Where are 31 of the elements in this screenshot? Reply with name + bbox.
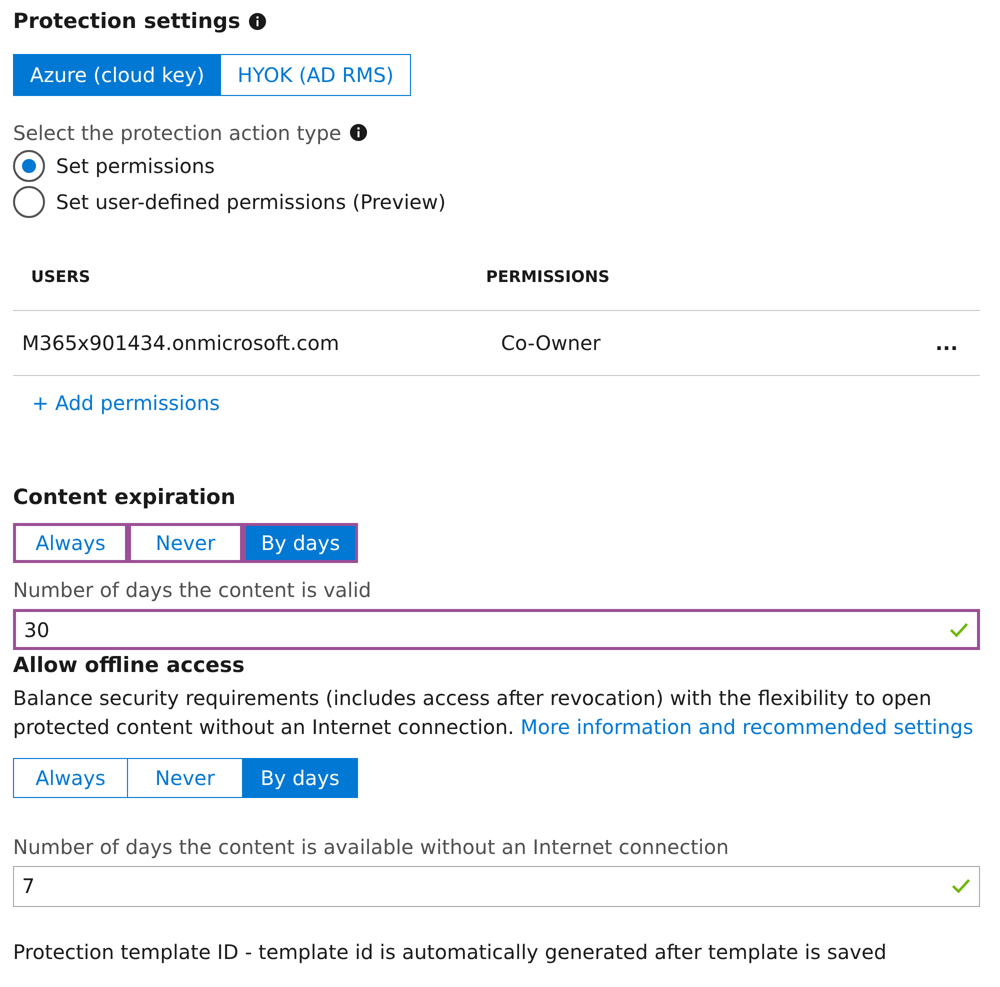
segment-tab[interactable]: Always — [13, 523, 128, 563]
table-cell-text: Co-Owner — [501, 330, 602, 356]
radio-label[interactable]: Set permissions — [56, 150, 215, 180]
info-icon[interactable] — [248, 12, 268, 32]
segment-tab[interactable]: Never — [128, 758, 243, 798]
description-text: Balance security requirements (includes access after revocation) with the flexibility to open protected content without an Internet connection. More information and recommended settings — [13, 684, 974, 740]
section-heading: Allow offline access — [13, 652, 246, 679]
info-icon[interactable] — [349, 123, 368, 142]
column-header: PERMISSIONS — [486, 266, 610, 288]
table-cell-text: M365x901434.onmicrosoft.com — [22, 330, 340, 356]
segment-tab[interactable]: Always — [13, 758, 128, 798]
more-menu[interactable]: ... — [935, 328, 958, 358]
field-label: Number of days the content is available without an Internet connection — [13, 834, 730, 860]
segment-tab[interactable]: Azure (cloud key) — [13, 54, 222, 96]
footer-text: Protection template ID - template id is automatically generated after template is saved — [13, 938, 888, 966]
segment-tab[interactable]: Never — [128, 523, 243, 563]
radio-button[interactable] — [13, 150, 45, 182]
info-link[interactable]: More information and recommended settings — [520, 714, 974, 738]
segment-tab[interactable]: By days — [243, 758, 358, 798]
number-field[interactable]: 30 — [13, 609, 980, 650]
radio-button[interactable] — [13, 186, 45, 218]
section-heading: Content expiration — [13, 484, 237, 510]
segment-tab[interactable]: HYOK (AD RMS) — [221, 54, 411, 96]
add-permissions-link[interactable]: + Add permissions — [32, 388, 220, 418]
field-label: Number of days the content is valid — [13, 577, 372, 604]
radio-label[interactable]: Set user-defined permissions (Preview) — [56, 186, 446, 216]
segment-tab[interactable]: By days — [243, 523, 358, 563]
column-header: USERS — [31, 266, 92, 288]
number-field[interactable]: 7 — [13, 866, 980, 906]
section-heading: Protection settings — [13, 8, 240, 35]
field-label: Select the protection action type — [13, 120, 342, 146]
